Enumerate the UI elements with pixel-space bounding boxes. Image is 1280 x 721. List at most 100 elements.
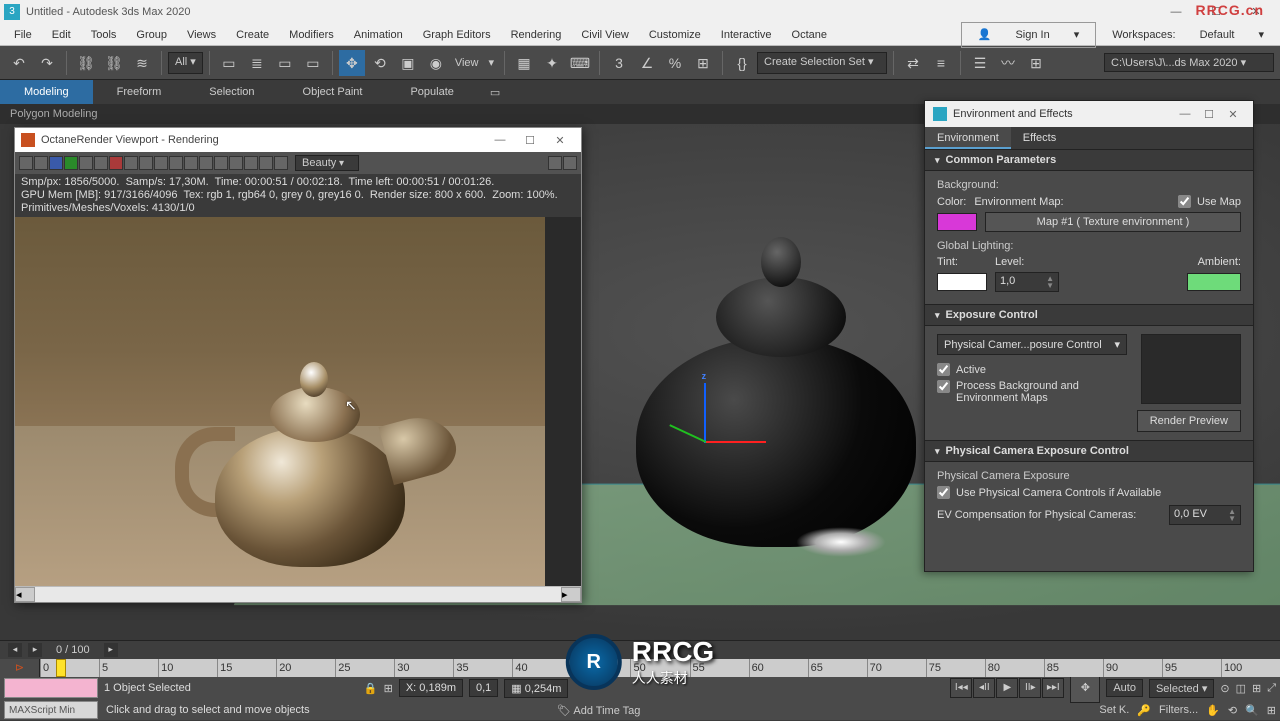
octane-tool-2[interactable] <box>34 156 48 170</box>
octane-tool-14[interactable] <box>214 156 228 170</box>
octane-close-button[interactable]: ✕ <box>545 134 575 147</box>
octane-tool-11[interactable] <box>169 156 183 170</box>
menu-file[interactable]: File <box>4 24 42 46</box>
spinner-snap-button[interactable]: ⊞ <box>690 50 716 76</box>
menu-group[interactable]: Group <box>126 24 177 46</box>
play-button[interactable]: ▶ <box>996 678 1018 698</box>
use-physical-controls-checkbox[interactable]: Use Physical Camera Controls if Availabl… <box>937 486 1241 499</box>
menu-customize[interactable]: Customize <box>639 24 711 46</box>
octane-pause-button[interactable] <box>94 156 108 170</box>
placement-button[interactable]: ◉ <box>423 50 449 76</box>
octane-tool-r2[interactable] <box>563 156 577 170</box>
octane-tool-18[interactable] <box>274 156 288 170</box>
octane-play-button[interactable] <box>64 156 78 170</box>
coord-x[interactable]: X: 0,189m <box>399 679 463 697</box>
transform-gizmo[interactable]: z <box>666 423 746 503</box>
viewport-nav-2[interactable]: ◫ <box>1236 682 1246 695</box>
menu-tools[interactable]: Tools <box>81 24 127 46</box>
ribbon-minimize-icon[interactable]: ▭ <box>490 86 500 99</box>
rollout-physical-camera[interactable]: Physical Camera Exposure Control <box>925 440 1253 462</box>
exposure-type-dropdown[interactable]: Physical Camer...posure Control▾ <box>937 334 1127 355</box>
viewport-nav-4[interactable]: ⤢ <box>1267 682 1276 695</box>
octane-tool-8[interactable] <box>124 156 138 170</box>
prev-frame-button[interactable]: ◂II <box>973 678 995 698</box>
ribbon-tab-modeling[interactable]: Modeling <box>0 80 93 104</box>
timeline-playhead[interactable] <box>56 659 66 677</box>
ribbon-tab-populate[interactable]: Populate <box>386 80 477 104</box>
menu-interactive[interactable]: Interactive <box>711 24 782 46</box>
ribbon-tab-selection[interactable]: Selection <box>185 80 278 104</box>
menu-graph-editors[interactable]: Graph Editors <box>413 24 501 46</box>
octane-tool-3[interactable] <box>49 156 63 170</box>
viewport-nav-1[interactable]: ⊙ <box>1220 682 1229 695</box>
viewport-nav-8[interactable]: ⊞ <box>1267 704 1276 717</box>
octane-stop-button[interactable] <box>109 156 123 170</box>
octane-tool-1[interactable] <box>19 156 33 170</box>
redo-button[interactable]: ↷ <box>34 50 60 76</box>
angle-snap-button[interactable]: ∠ <box>634 50 660 76</box>
octane-maximize-button[interactable]: ☐ <box>515 134 545 147</box>
select-name-button[interactable]: ≣ <box>244 50 270 76</box>
env-panel-close[interactable]: ✕ <box>1221 108 1245 121</box>
tint-swatch[interactable] <box>937 273 987 291</box>
selected-mode-dropdown[interactable]: Selected ▾ <box>1149 679 1214 698</box>
process-background-checkbox[interactable]: Process Background and Environment Maps <box>937 380 1141 404</box>
key-icon[interactable]: 🔑 <box>1137 704 1151 717</box>
coord-sys-icon[interactable]: ⊞ <box>384 682 393 695</box>
align-button[interactable]: ≡ <box>928 50 954 76</box>
use-map-checkbox[interactable]: Use Map <box>1178 195 1241 208</box>
octane-tool-13[interactable] <box>199 156 213 170</box>
snap-toggle-button[interactable]: 3 <box>606 50 632 76</box>
rotate-button[interactable]: ⟲ <box>367 50 393 76</box>
curve-editor-button[interactable]: 〰 <box>995 50 1021 76</box>
menu-animation[interactable]: Animation <box>344 24 413 46</box>
minimize-button[interactable]: — <box>1156 1 1196 23</box>
ev-spinner[interactable]: 0,0 EV▲▼ <box>1169 505 1241 525</box>
coord-z[interactable]: ▦ 0,254m <box>504 679 568 698</box>
env-panel-maximize[interactable]: ☐ <box>1197 108 1221 121</box>
move-button[interactable]: ✥ <box>339 50 365 76</box>
background-color-swatch[interactable] <box>937 213 977 231</box>
signin-dropdown[interactable]: 👤Sign In▾ <box>961 22 1096 48</box>
rollout-common-parameters[interactable]: Common Parameters <box>925 149 1253 171</box>
mirror-button[interactable]: ⇄ <box>900 50 926 76</box>
add-time-tag-button[interactable]: 🏷 Add Time Tag <box>557 704 640 717</box>
auto-key-button[interactable]: Auto <box>1106 679 1143 697</box>
workspaces-selector[interactable]: Workspaces:Default▾ <box>1102 24 1274 46</box>
octane-titlebar[interactable]: OctaneRender Viewport - Rendering — ☐ ✕ <box>15 128 581 152</box>
octane-tool-15[interactable] <box>229 156 243 170</box>
percent-snap-button[interactable]: % <box>662 50 688 76</box>
tab-environment[interactable]: Environment <box>925 127 1011 149</box>
octane-minimize-button[interactable]: — <box>485 134 515 146</box>
keyboard-shortcut-button[interactable]: ⌨ <box>567 50 593 76</box>
big-nav-button[interactable]: ✥ <box>1070 673 1100 703</box>
selection-filter[interactable]: All ▾ <box>168 52 203 74</box>
menu-octane[interactable]: Octane <box>782 24 837 46</box>
viewport-nav-7[interactable]: 🔍 <box>1245 704 1259 717</box>
octane-tool-12[interactable] <box>184 156 198 170</box>
octane-tool-10[interactable] <box>154 156 168 170</box>
schematic-view-button[interactable]: ⊞ <box>1023 50 1049 76</box>
ribbon-tab-object-paint[interactable]: Object Paint <box>279 80 387 104</box>
octane-tool-r1[interactable] <box>548 156 562 170</box>
viewport-nav-6[interactable]: ⟲ <box>1228 704 1237 717</box>
render-preview-button[interactable]: Render Preview <box>1137 410 1241 432</box>
goto-start-button[interactable]: I◂◂ <box>950 678 972 698</box>
coord-y[interactable]: 0,1 <box>469 679 498 697</box>
window-crossing-button[interactable]: ▭ <box>300 50 326 76</box>
menu-views[interactable]: Views <box>177 24 226 46</box>
layer-explorer-button[interactable]: ☰ <box>967 50 993 76</box>
menu-create[interactable]: Create <box>226 24 279 46</box>
octane-tool-5[interactable] <box>79 156 93 170</box>
ribbon-tab-freeform[interactable]: Freeform <box>93 80 186 104</box>
timeline-toggle-icon[interactable]: ⊳ <box>0 659 40 677</box>
edit-selection-set-button[interactable]: {} <box>729 50 755 76</box>
environment-map-button[interactable]: Map #1 ( Texture environment ) <box>985 212 1241 232</box>
maxscript-mini-listener[interactable]: MAXScript Min <box>4 701 98 719</box>
octane-tool-16[interactable] <box>244 156 258 170</box>
octane-render-view[interactable]: ↖ <box>15 217 581 586</box>
rollout-exposure-control[interactable]: Exposure Control <box>925 304 1253 326</box>
bind-button[interactable]: ≋ <box>129 50 155 76</box>
octane-tool-9[interactable] <box>139 156 153 170</box>
manipulate-button[interactable]: ✦ <box>539 50 565 76</box>
